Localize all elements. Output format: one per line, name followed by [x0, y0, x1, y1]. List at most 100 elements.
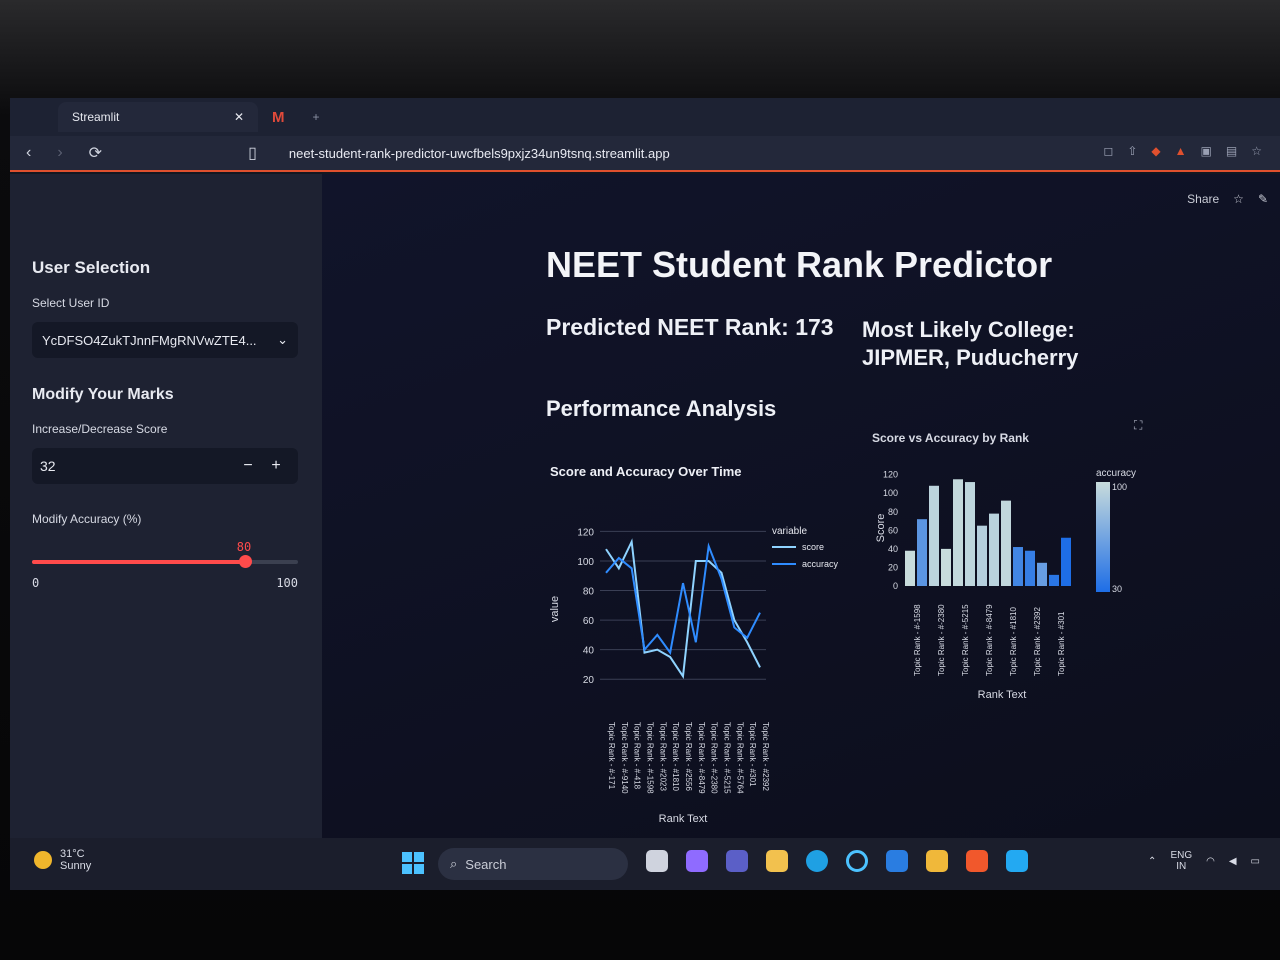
share-page-icon[interactable]: ⇧: [1127, 144, 1137, 158]
taskbar-search[interactable]: ⌕ Search: [438, 848, 628, 880]
back-icon[interactable]: ‹: [26, 144, 31, 162]
bar: [1001, 500, 1011, 586]
bar: [1013, 547, 1023, 586]
copilot-icon[interactable]: [686, 850, 708, 872]
taskbar-apps: [646, 850, 1028, 872]
url-field[interactable]: neet-student-rank-predictor-uwcfbels9pxj…: [289, 146, 670, 161]
teams-icon[interactable]: [726, 850, 748, 872]
bar: [1061, 537, 1071, 586]
vscode-icon[interactable]: [1006, 850, 1028, 872]
streamlit-app: User Selection Select User ID YcDFSO4Zuk…: [10, 174, 1280, 838]
tab-gmail[interactable]: M: [258, 102, 299, 132]
slider-value: 80: [236, 540, 252, 554]
y-axis-label: Score: [875, 514, 887, 543]
screen: Streamlit ✕ M + ‹ › ⟳ ▯ neet-student-ran…: [10, 98, 1280, 890]
forward-icon[interactable]: ›: [57, 144, 62, 162]
y-axis-label: value: [549, 596, 561, 622]
x-tick-label: Topic Rank - #-5215: [961, 604, 970, 676]
x-tick-label: Topic Rank - #-8479: [697, 722, 706, 794]
y-tick-label: 80: [583, 587, 595, 598]
wallet-icon[interactable]: ▤: [1226, 144, 1237, 158]
language-indicator[interactable]: ENG IN: [1170, 850, 1192, 872]
gmail-icon: M: [272, 108, 285, 126]
wifi-icon[interactable]: ◠: [1206, 856, 1215, 867]
colorbar-tick: 100: [1112, 482, 1127, 492]
chart-title: Score vs Accuracy by Rank: [872, 431, 1029, 445]
chevron-up-icon[interactable]: ⌃: [1148, 856, 1156, 867]
increment-button[interactable]: +: [262, 457, 290, 475]
sun-icon: [34, 851, 52, 869]
star-icon[interactable]: ☆: [1233, 192, 1244, 206]
series-line-accuracy: [605, 542, 761, 656]
score-stepper[interactable]: 32 − +: [32, 448, 298, 484]
performance-heading: Performance Analysis: [546, 396, 777, 421]
tab-streamlit[interactable]: Streamlit ✕: [58, 102, 258, 132]
system-tray: ⌃ ENG IN ◠ ◀ ▭: [1148, 850, 1260, 872]
weather-widget[interactable]: 31°C Sunny: [34, 848, 91, 872]
x-tick-label: Topic Rank - #2023: [658, 722, 667, 791]
legend-label: score: [802, 542, 824, 552]
predicted-rank: Predicted NEET Rank: 173: [546, 314, 834, 340]
app-toolbar: Share ☆ ✎: [1187, 192, 1268, 206]
y-tick-label: 120: [883, 470, 898, 480]
search-icon: ⌕: [450, 856, 458, 871]
sidebar-heading: User Selection: [32, 258, 151, 277]
edge-icon[interactable]: [806, 850, 828, 872]
slider-thumb[interactable]: [238, 555, 252, 568]
taskbar: 31°C Sunny ⌕ Search ⌃ ENG IN ◠ ◀ ▭: [10, 838, 1280, 890]
tab-label: Streamlit: [72, 110, 120, 124]
close-icon[interactable]: ✕: [234, 110, 244, 124]
address-bar: ‹ › ⟳ ▯ neet-student-rank-predictor-uwcf…: [10, 136, 1280, 172]
accuracy-label: Modify Accuracy (%): [32, 512, 142, 526]
windows-start-icon[interactable]: [402, 852, 424, 874]
edit-icon[interactable]: ✎: [1258, 192, 1268, 206]
store-icon[interactable]: [926, 850, 948, 872]
x-tick-label: Topic Rank - #-9140: [620, 722, 629, 794]
temperature: 31°C: [60, 848, 85, 860]
y-tick-label: 60: [583, 616, 595, 627]
series-line-score: [605, 538, 761, 680]
y-tick-label: 40: [888, 544, 898, 554]
bar: [929, 485, 939, 586]
slider-track[interactable]: [32, 555, 298, 568]
reload-icon[interactable]: ⟳: [89, 143, 102, 163]
score-input[interactable]: 32: [40, 458, 234, 474]
bar: [1037, 562, 1047, 586]
x-tick-label: Topic Rank - #-1598: [913, 604, 922, 676]
x-tick-label: Topic Rank - #-1598: [646, 722, 655, 794]
score-label: Increase/Decrease Score: [32, 422, 168, 436]
extension-icon[interactable]: ◻: [1103, 144, 1113, 158]
file-explorer-icon[interactable]: [766, 850, 788, 872]
volume-icon[interactable]: ◀: [1229, 856, 1237, 867]
bar: [941, 548, 951, 586]
decrement-button[interactable]: −: [234, 457, 262, 475]
new-tab-button[interactable]: +: [299, 102, 334, 132]
y-tick-label: 100: [577, 557, 594, 568]
rewards-icon[interactable]: ▲: [1175, 144, 1187, 158]
tab-inactive[interactable]: [30, 102, 58, 132]
user-id-select[interactable]: YcDFSO4ZukTJnnFMgRNVwZTE4... ⌄: [32, 322, 298, 358]
y-tick-label: 0: [893, 581, 898, 591]
x-tick-label: Topic Rank - #-2380: [937, 604, 946, 676]
y-tick-label: 80: [888, 507, 898, 517]
x-tick-label: Topic Rank - #-8479: [985, 604, 994, 676]
x-tick-label: Topic Rank - #-418: [633, 722, 642, 790]
sidebar-icon[interactable]: ▣: [1201, 144, 1212, 158]
task-view-icon[interactable]: [646, 850, 668, 872]
tab-bar: Streamlit ✕ M +: [10, 98, 1280, 136]
accuracy-slider[interactable]: 80 0 100: [32, 540, 298, 590]
y-tick-label: 20: [888, 562, 898, 572]
favorites-icon[interactable]: ☆: [1251, 144, 1262, 158]
bookmark-icon[interactable]: ▯: [248, 143, 257, 163]
mail-icon[interactable]: [886, 850, 908, 872]
search-label: Search: [465, 856, 507, 872]
share-button[interactable]: Share: [1187, 192, 1219, 206]
cortana-icon[interactable]: [846, 850, 868, 872]
brave-icon[interactable]: [966, 850, 988, 872]
modify-heading: Modify Your Marks: [32, 386, 174, 403]
legend-title: variable: [772, 526, 807, 537]
shield-icon[interactable]: ◆: [1151, 144, 1160, 158]
battery-icon[interactable]: ▭: [1251, 856, 1260, 867]
x-tick-label: Topic Rank - #-2380: [710, 722, 719, 794]
bar: [1049, 574, 1059, 586]
